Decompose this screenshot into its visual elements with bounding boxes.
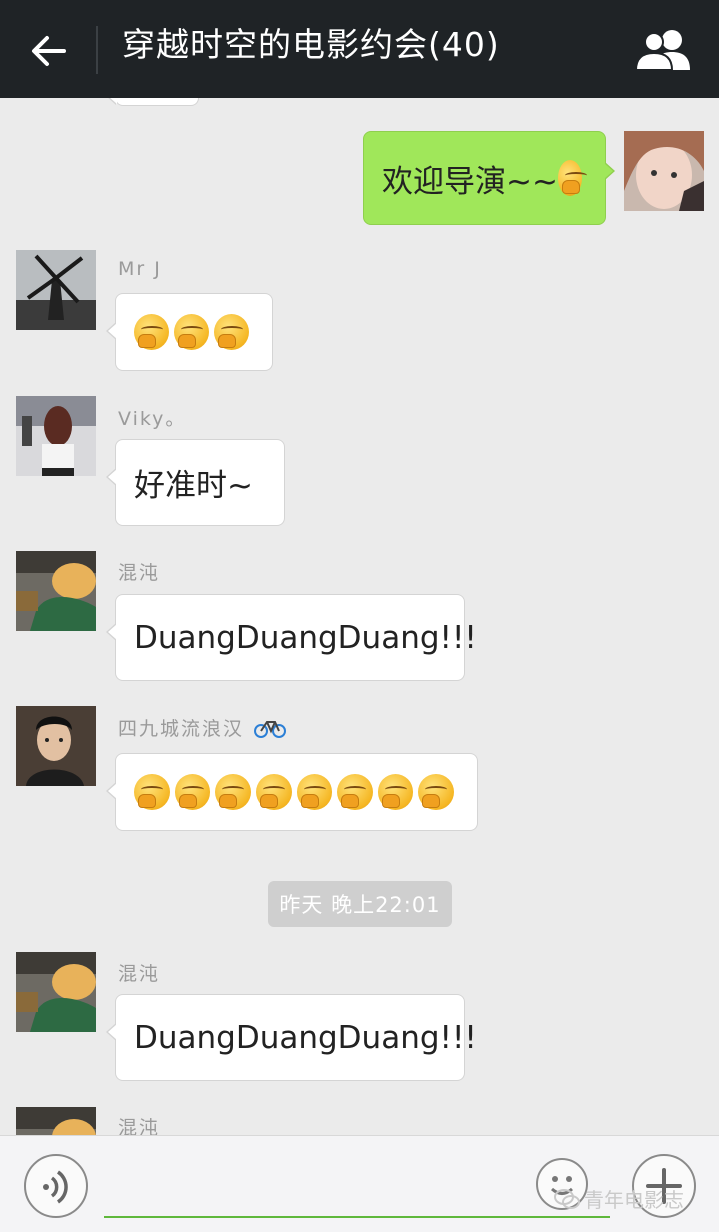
chat-header: 穿越时空的电影约会(40): [0, 0, 719, 98]
message-text: 好准时~: [134, 468, 253, 504]
input-bar: 青年电影志: [0, 1135, 719, 1232]
avatar-hundun[interactable]: [16, 1107, 96, 1135]
avatar-sijiucheng[interactable]: [16, 706, 96, 786]
emoji-icon: [377, 774, 414, 810]
emoji-icon: [174, 314, 209, 350]
back-button[interactable]: [26, 28, 72, 74]
chat-title: 穿越时空的电影约会(40): [122, 25, 500, 64]
emoji-icon: [337, 774, 373, 810]
members-button[interactable]: [632, 26, 696, 74]
arrow-left-icon: [32, 36, 66, 66]
emoji-icon: [255, 774, 292, 810]
timestamp-badge: 昨天 晚上22:01: [268, 881, 452, 927]
message-bubble[interactable]: DuangDuangDuang!!!: [106, 594, 477, 681]
voice-icon: [43, 1170, 68, 1204]
watermark: 青年电影志: [554, 1184, 684, 1213]
sender-name: Mr J: [118, 258, 162, 280]
own-avatar[interactable]: [624, 131, 704, 211]
emoji-icon: [215, 774, 251, 810]
message-text: 欢迎导演~~: [382, 163, 558, 200]
message-text: DuangDuangDuang!!!: [134, 1019, 477, 1056]
voice-button[interactable]: [24, 1154, 88, 1218]
bicycle-icon: [254, 720, 287, 738]
sender-name: 四九城流浪汉: [118, 718, 245, 740]
message-text: DuangDuangDuang!!!: [134, 619, 477, 656]
own-message-bubble[interactable]: 欢迎导演~~: [363, 131, 615, 225]
message-bubble[interactable]: DuangDuangDuang!!!: [106, 994, 477, 1081]
emoji-icon: [418, 774, 454, 810]
emoji-icon: [134, 774, 170, 810]
emoji-icon: [296, 774, 333, 810]
emoji-icon: [174, 774, 211, 810]
header-divider: [96, 26, 98, 74]
message-input[interactable]: [104, 1156, 610, 1218]
sender-name: 混沌: [118, 562, 161, 584]
sender-name: 混沌: [118, 963, 161, 985]
message-bubble-partial[interactable]: [106, 98, 199, 106]
emoji-icon: [134, 314, 169, 350]
sender-name: Viky。: [118, 408, 187, 430]
message-bubble[interactable]: [106, 753, 478, 831]
group-icon: [634, 30, 690, 71]
emoji-icon: [557, 160, 588, 196]
avatar-mr-j[interactable]: [16, 250, 96, 330]
avatar-hundun[interactable]: [16, 952, 96, 1032]
emoji-icon: [214, 314, 249, 350]
message-bubble[interactable]: 好准时~: [106, 439, 285, 526]
wechat-icon: [554, 1188, 580, 1209]
watermark-text: 青年电影志: [584, 1188, 684, 1212]
sender-name: 混沌: [118, 1117, 161, 1135]
chat-area[interactable]: 欢迎导演~~ Mr J Viky。 好准时~ 混沌 DuangDuangDuan…: [0, 98, 719, 1135]
avatar-hundun[interactable]: [16, 551, 96, 631]
sender-name-row: 四九城流浪汉: [118, 714, 287, 741]
message-bubble[interactable]: [106, 293, 273, 371]
avatar-viky[interactable]: [16, 396, 96, 476]
